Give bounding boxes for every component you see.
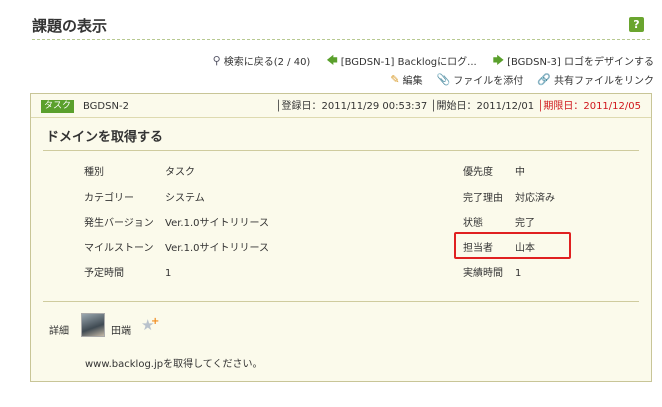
prev-issue-label: [BGDSN-1] Backlogにログ... (340, 56, 477, 68)
link-shared-file-link[interactable]: 🔗 共有ファイルをリンク (537, 72, 654, 87)
property-label: 優先度 (463, 167, 493, 178)
magnifier-icon: ⚲ (212, 53, 221, 67)
detail-divider (43, 301, 639, 302)
title-divider (32, 39, 650, 40)
issue-navigation: ⚲ 検索に戻る(2 / 40) 🡄 [BGDSN-1] Backlogにログ..… (200, 52, 654, 68)
property-value: 1 (165, 268, 172, 279)
start-date: │開始日：2011/12/01 (430, 101, 535, 112)
property-label: 種別 (84, 167, 104, 178)
link-shared-file-label: 共有ファイルをリンク (554, 75, 654, 87)
property-label: カテゴリー (84, 193, 134, 204)
due-date: │期限日：2011/12/05 (537, 101, 641, 112)
edit-link[interactable]: ✎ 編集 (390, 72, 422, 87)
pencil-icon: ✎ (390, 72, 400, 86)
property-value: 対応済み (515, 193, 555, 204)
issue-type-badge: タスク (41, 100, 75, 113)
prev-issue-link[interactable]: 🡄 [BGDSN-1] Backlogにログ... (326, 53, 476, 68)
issue-description: www.backlog.jpを取得してください。 (85, 359, 263, 370)
property-label: 予定時間 (84, 268, 124, 279)
property-value: 中 (515, 167, 525, 178)
property-value: Ver.1.0サイトリリース (165, 243, 269, 254)
property-value: 1 (515, 268, 522, 279)
property-label: 完了理由 (463, 193, 503, 204)
attach-file-label: ファイルを添付 (453, 75, 524, 87)
chain-link-icon: 🔗 (537, 72, 551, 86)
attach-file-link[interactable]: 📎 ファイルを添付 (437, 72, 524, 87)
property-label: 状態 (463, 218, 483, 229)
issue-dates: │登録日：2011/11/29 00:53:37 │開始日：2011/12/01… (276, 100, 641, 113)
issue-summary: ドメインを取得する (46, 130, 164, 145)
next-issue-label: [BGDSN-3] ロゴをデザインする (507, 56, 654, 68)
issue-key: BGDSN-2 (83, 101, 129, 112)
paperclip-icon: 📎 (436, 72, 451, 86)
author-name[interactable]: 田端 (111, 322, 131, 337)
star-add-icon: + (151, 316, 160, 327)
arrow-right-icon: 🡆 (492, 53, 505, 67)
page-title: 課題の表示 (32, 17, 108, 35)
property-value: システム (165, 193, 205, 204)
issue-header: タスク BGDSN-2 │登録日：2011/11/29 00:53:37 │開始… (31, 94, 651, 118)
property-label: 実績時間 (463, 268, 503, 279)
property-value: タスク (165, 167, 195, 178)
property-value: Ver.1.0サイトリリース (165, 218, 269, 229)
property-label: 発生バージョン (84, 218, 154, 229)
summary-divider (43, 150, 639, 151)
edit-label: 編集 (402, 75, 423, 87)
back-to-search-label: 検索に戻る(2 / 40) (223, 56, 311, 68)
property-value: 完了 (515, 218, 535, 229)
avatar[interactable] (81, 313, 105, 337)
assignee-highlight-box (454, 232, 571, 259)
back-to-search-link[interactable]: ⚲ 検索に戻る(2 / 40) (213, 53, 311, 68)
detail-label: 詳細 (49, 326, 69, 337)
issue-actions: ✎ 編集 📎 ファイルを添付 🔗 共有ファイルをリンク (300, 71, 654, 87)
issue-panel: タスク BGDSN-2 │登録日：2011/11/29 00:53:37 │開始… (30, 93, 652, 382)
next-issue-link[interactable]: 🡆 [BGDSN-3] ロゴをデザインする (493, 53, 654, 68)
help-button[interactable]: ? (629, 17, 644, 32)
arrow-left-icon: 🡄 (326, 53, 338, 67)
registered-date: │登録日：2011/11/29 00:53:37 (275, 101, 428, 112)
property-label: マイルストーン (84, 243, 154, 254)
